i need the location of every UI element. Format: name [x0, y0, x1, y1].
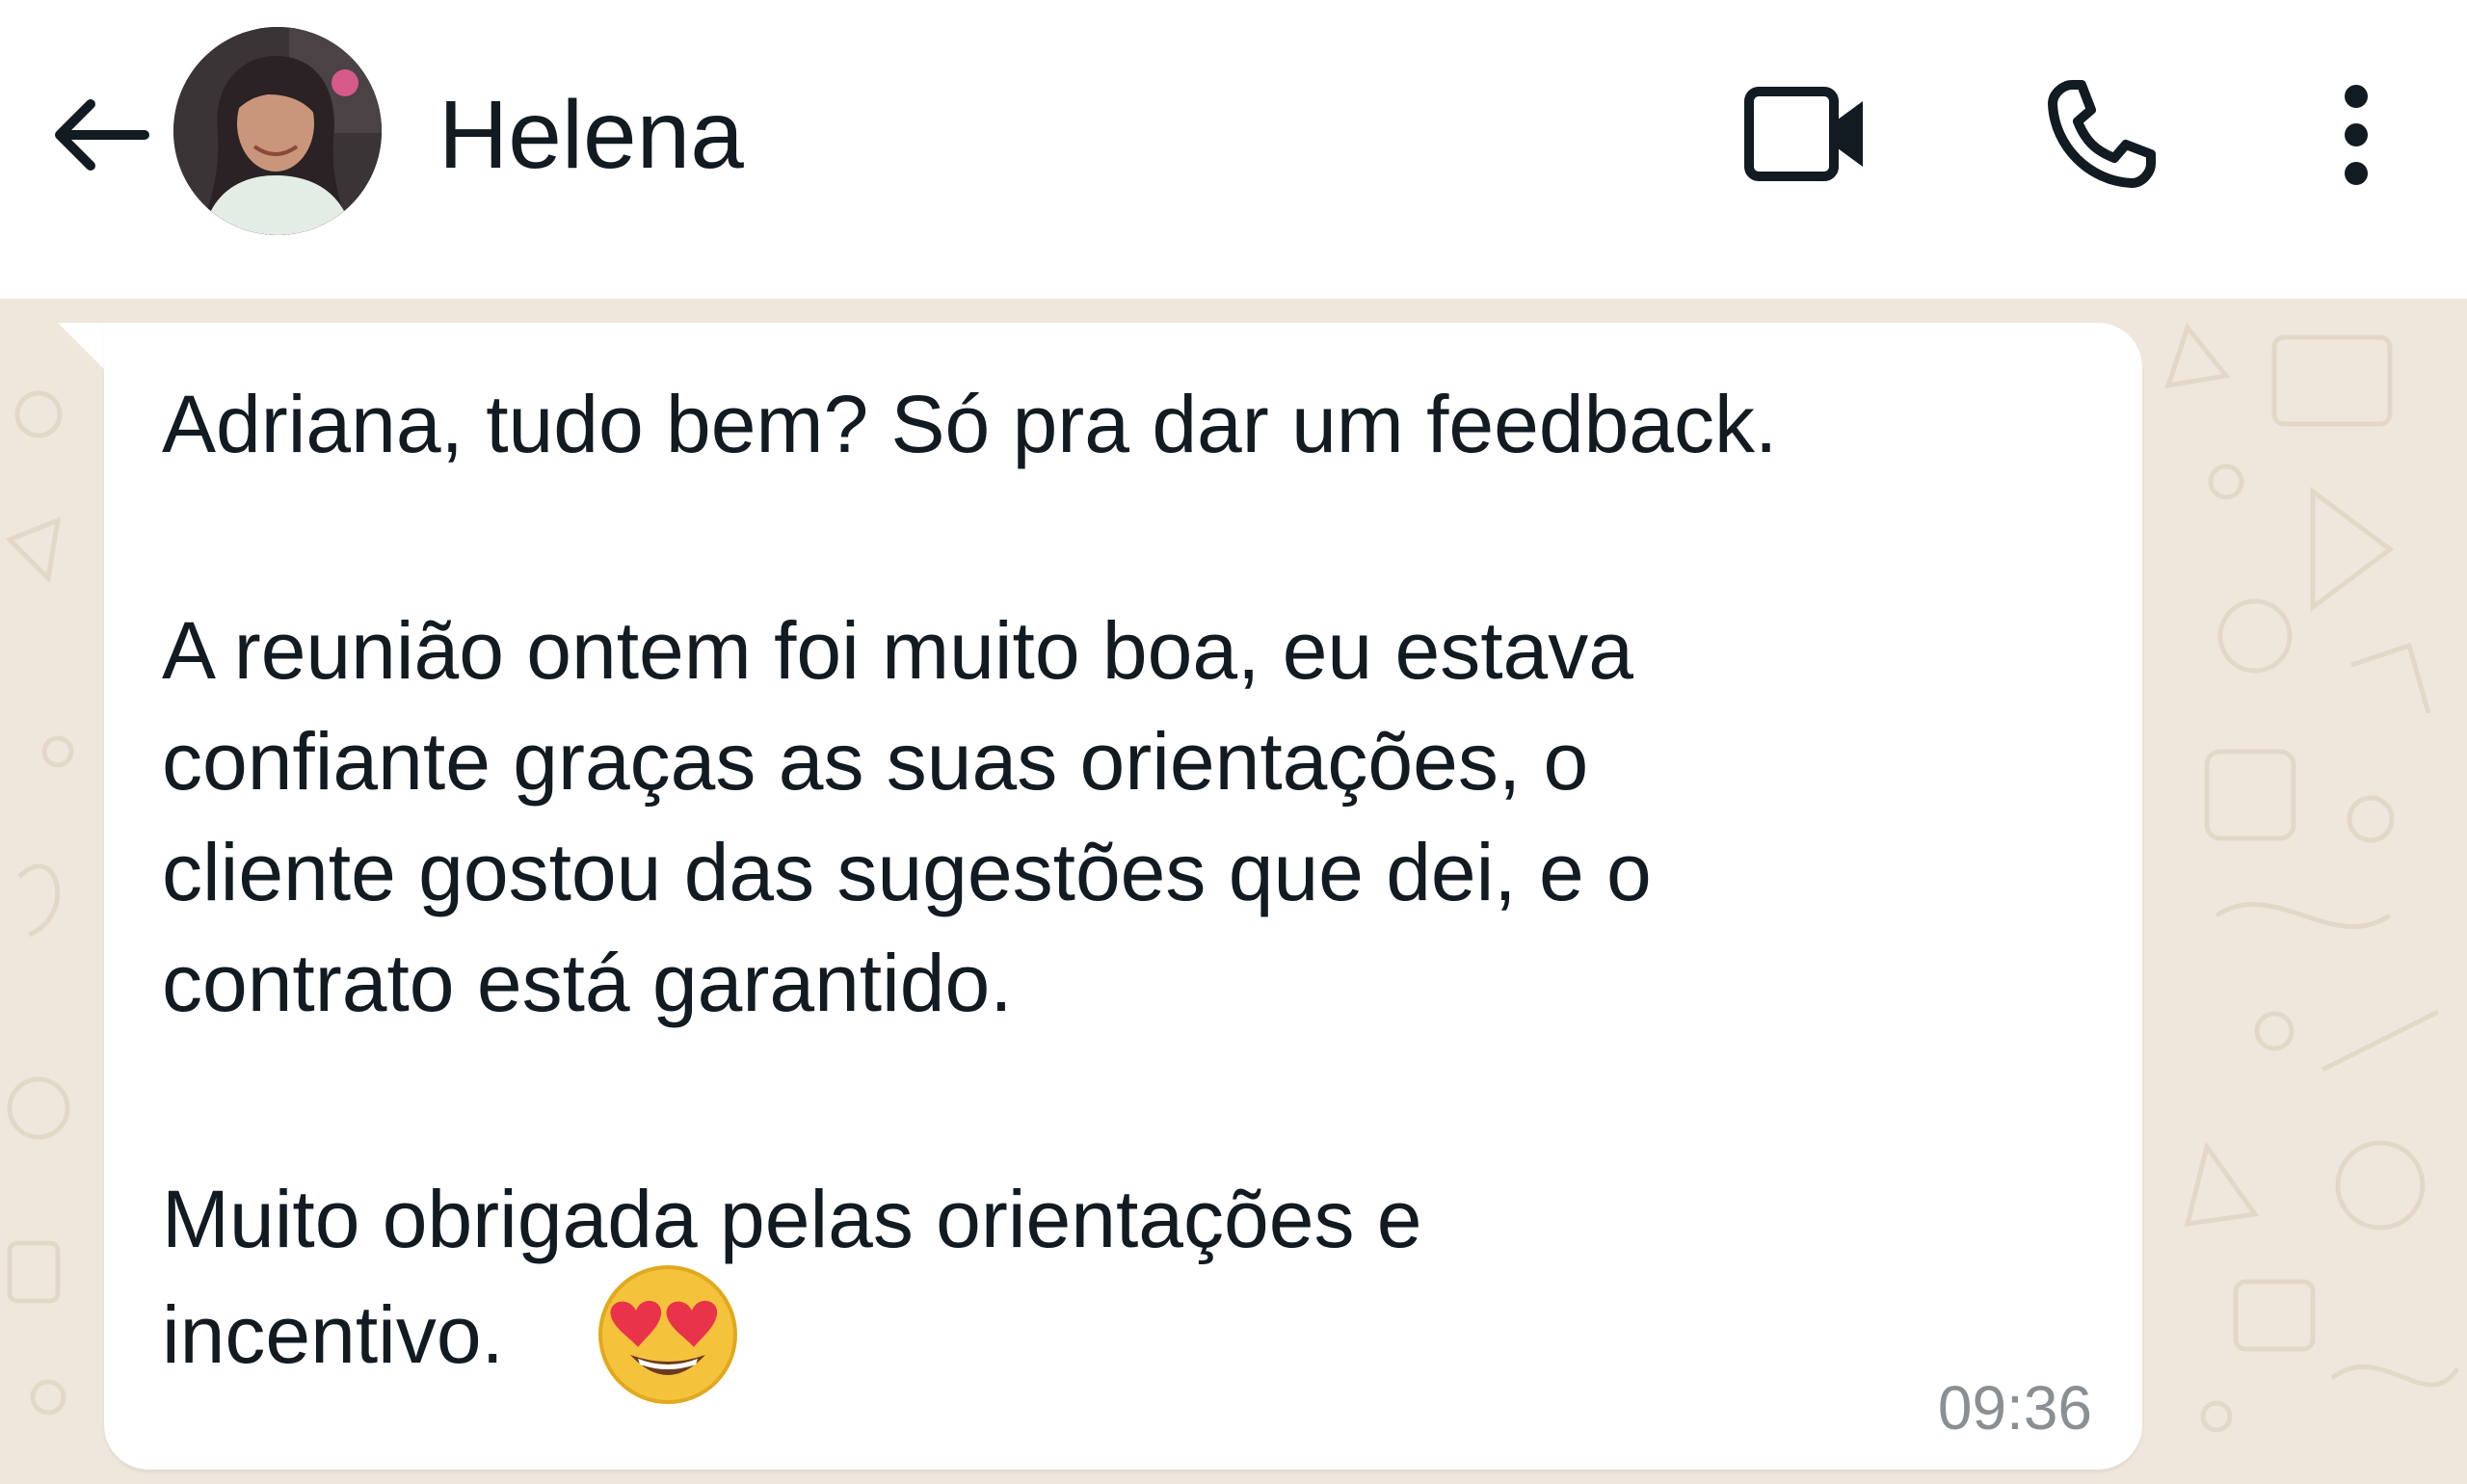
message-line: Adriana, tudo bem? Só pra dar um feedbac…: [162, 379, 1778, 469]
message-line: incentivo.: [162, 1289, 504, 1380]
contact-name[interactable]: Helena: [438, 82, 744, 188]
phone-icon: [2048, 80, 2156, 188]
message-line: A reunião ontem foi muito boa, eu estava: [162, 605, 1633, 696]
message-line: cliente gostou das sugestões que dei, e …: [162, 827, 1652, 917]
back-button[interactable]: [39, 77, 164, 193]
video-camera-icon: [1744, 87, 1863, 181]
more-options-button[interactable]: [2313, 67, 2400, 202]
voice-call-button[interactable]: [2029, 67, 2173, 202]
message-line: confiante graças as suas orientações, o: [162, 716, 1589, 807]
message-time: 09:36: [1937, 1373, 2092, 1443]
more-vertical-icon: [2345, 85, 2368, 185]
contact-avatar[interactable]: [173, 27, 382, 235]
chat-area[interactable]: Adriana, tudo bem? Só pra dar um feedbac…: [0, 299, 2467, 1484]
message-line: contrato está garantido.: [162, 938, 1013, 1028]
message-line: Muito obrigada pelas orientações e: [162, 1174, 1422, 1264]
message-bubble[interactable]: Adriana, tudo bem? Só pra dar um feedbac…: [104, 323, 2142, 1470]
arrow-left-icon: [55, 99, 149, 171]
heart-eyes-emoji: [598, 1265, 737, 1404]
chat-header: Helena: [0, 0, 2467, 299]
video-call-button[interactable]: [1730, 67, 1884, 202]
avatar-image: [173, 27, 382, 235]
